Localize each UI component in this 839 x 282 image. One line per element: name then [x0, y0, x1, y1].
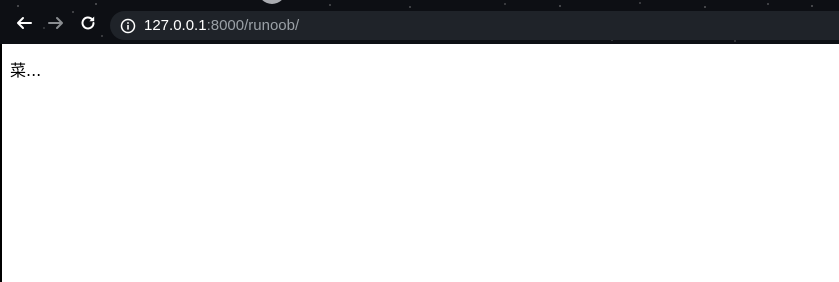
- arrow-left-icon: [17, 17, 32, 29]
- tab-strip-remnant: [258, 0, 286, 4]
- forward-button[interactable]: [44, 11, 68, 35]
- info-icon[interactable]: [120, 18, 136, 34]
- url-path: :8000/runoob/: [206, 17, 300, 34]
- browser-window: 127.0.0.1:8000/runoob/ 菜...: [0, 0, 839, 282]
- page-content: 菜...: [2, 44, 839, 282]
- back-button[interactable]: [12, 11, 36, 35]
- address-bar[interactable]: 127.0.0.1:8000/runoob/: [110, 11, 839, 40]
- browser-toolbar: 127.0.0.1:8000/runoob/: [0, 0, 839, 44]
- url-host: 127.0.0.1: [144, 17, 207, 34]
- arrow-right-icon: [48, 17, 63, 29]
- reload-icon: [81, 16, 95, 30]
- url-text[interactable]: 127.0.0.1:8000/runoob/: [144, 11, 299, 40]
- page-text: 菜...: [10, 61, 42, 80]
- reload-button[interactable]: [76, 11, 100, 35]
